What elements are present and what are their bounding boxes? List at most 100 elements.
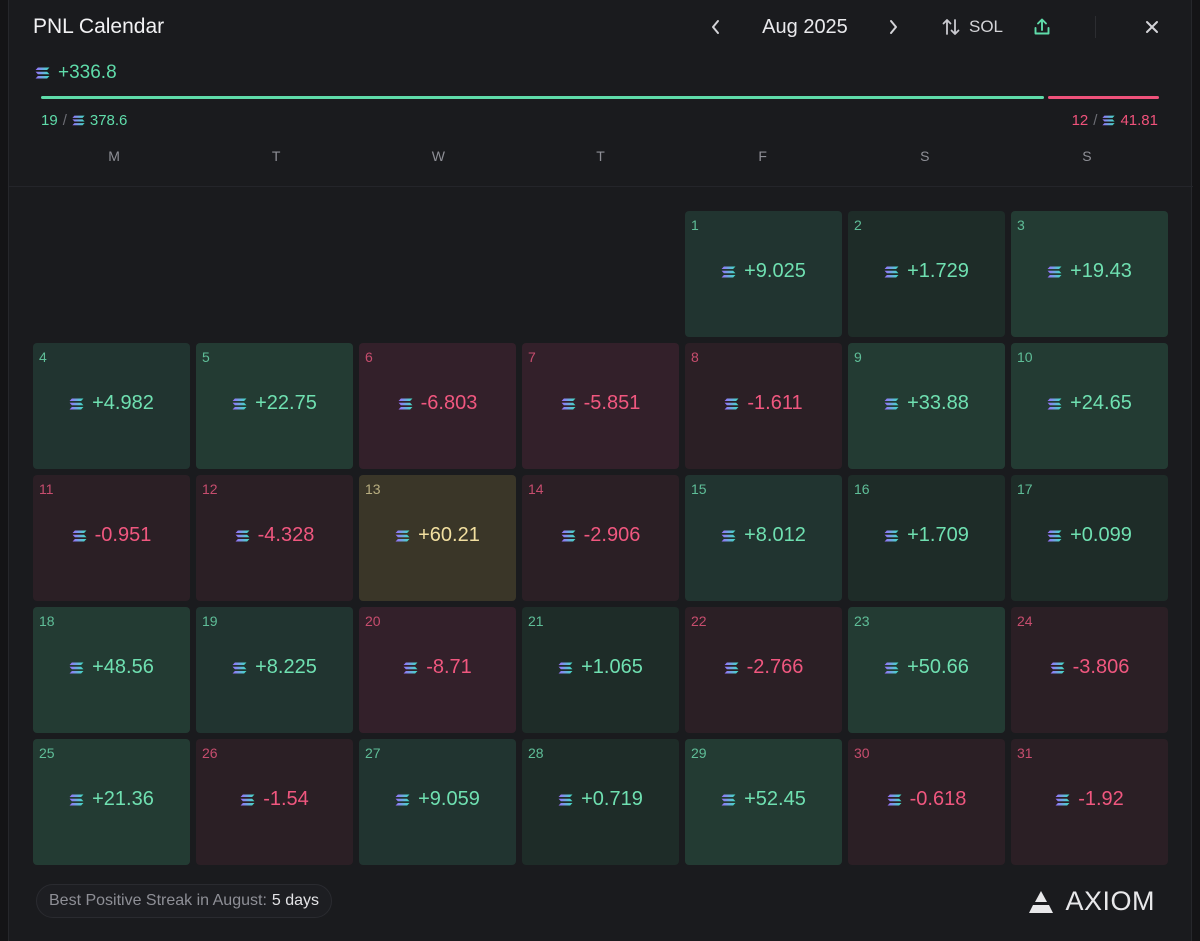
next-month-button[interactable] [876, 10, 910, 44]
export-button[interactable] [1027, 10, 1057, 44]
calendar-empty-cell [359, 211, 516, 337]
solana-icon [72, 530, 87, 542]
calendar-day-cell[interactable]: 20 -8.71 [359, 607, 516, 733]
weekday-header: M T W T F S S [33, 148, 1168, 164]
day-pnl-value: +22.75 [255, 392, 317, 414]
calendar-day-cell[interactable]: 19 +8.225 [196, 607, 353, 733]
calendar-day-cell[interactable]: 28 +0.719 [522, 739, 679, 865]
calendar-day-cell[interactable]: 21 +1.065 [522, 607, 679, 733]
calendar-day-cell[interactable]: 26 -1.54 [196, 739, 353, 865]
close-button[interactable] [1135, 10, 1169, 44]
day-pnl-value: +1.065 [581, 656, 643, 678]
solana-icon [398, 398, 413, 410]
day-number: 28 [528, 745, 544, 761]
calendar-day-cell[interactable]: 10 +24.65 [1011, 343, 1168, 469]
day-number: 18 [39, 613, 55, 629]
divider [9, 186, 1193, 187]
brand-logo: AXIOM [1027, 886, 1155, 917]
day-pnl: +9.025 [685, 260, 842, 283]
calendar-day-cell[interactable]: 4 +4.982 [33, 343, 190, 469]
day-pnl-value: +48.56 [92, 656, 154, 678]
calendar-day-cell[interactable]: 9 +33.88 [848, 343, 1005, 469]
day-pnl: -1.611 [685, 392, 842, 415]
day-pnl: +1.729 [848, 260, 1005, 283]
day-pnl-value: +9.059 [418, 788, 480, 810]
solana-icon [1055, 794, 1070, 806]
day-number: 30 [854, 745, 870, 761]
wins-count: 19 [41, 112, 58, 129]
header-divider [1095, 16, 1096, 38]
solana-icon [1047, 398, 1062, 410]
day-pnl-value: -0.951 [94, 524, 152, 546]
calendar-day-cell[interactable]: 17 +0.099 [1011, 475, 1168, 601]
day-number: 13 [365, 481, 381, 497]
day-number: 4 [39, 349, 47, 365]
calendar-day-cell[interactable]: 6 -6.803 [359, 343, 516, 469]
loss-ratio-bar [1048, 96, 1159, 99]
solana-icon [721, 794, 736, 806]
calendar-empty-cell [196, 211, 353, 337]
day-number: 7 [528, 349, 536, 365]
solana-icon [395, 530, 410, 542]
calendar-day-cell[interactable]: 18 +48.56 [33, 607, 190, 733]
day-pnl: +21.36 [33, 788, 190, 811]
day-pnl-value: +19.43 [1070, 260, 1132, 282]
calendar-empty-cell [33, 211, 190, 337]
calendar-day-cell[interactable]: 7 -5.851 [522, 343, 679, 469]
unit-toggle-button[interactable]: SOL [934, 10, 1010, 44]
calendar-day-cell[interactable]: 8 -1.611 [685, 343, 842, 469]
day-number: 9 [854, 349, 862, 365]
weekday-label: S [920, 148, 930, 164]
day-pnl-value: +50.66 [907, 656, 969, 678]
day-number: 25 [39, 745, 55, 761]
calendar-day-cell[interactable]: 24 -3.806 [1011, 607, 1168, 733]
calendar-day-cell[interactable]: 12 -4.328 [196, 475, 353, 601]
solana-icon [1047, 266, 1062, 278]
day-pnl: -1.92 [1011, 788, 1168, 811]
calendar-day-cell[interactable]: 23 +50.66 [848, 607, 1005, 733]
day-number: 14 [528, 481, 544, 497]
solana-icon [884, 662, 899, 674]
month-label: Aug 2025 [762, 15, 848, 38]
share-upload-icon [1034, 18, 1050, 35]
chevron-right-icon [890, 20, 897, 34]
calendar-day-cell[interactable]: 3 +19.43 [1011, 211, 1168, 337]
day-number: 24 [1017, 613, 1033, 629]
day-pnl: +8.225 [196, 656, 353, 679]
prev-month-button[interactable] [699, 10, 733, 44]
calendar-day-cell[interactable]: 5 +22.75 [196, 343, 353, 469]
solana-icon [724, 662, 739, 674]
swap-vertical-icon [942, 19, 960, 35]
calendar-day-cell[interactable]: 29 +52.45 [685, 739, 842, 865]
day-pnl: -4.328 [196, 524, 353, 547]
calendar-day-cell[interactable]: 25 +21.36 [33, 739, 190, 865]
day-pnl-value: -5.851 [583, 392, 641, 414]
day-number: 5 [202, 349, 210, 365]
day-pnl: -0.951 [33, 524, 190, 547]
calendar-day-cell[interactable]: 1 +9.025 [685, 211, 842, 337]
separator-slash: / [62, 112, 67, 129]
day-pnl-value: +33.88 [907, 392, 969, 414]
calendar-day-cell[interactable]: 14 -2.906 [522, 475, 679, 601]
day-pnl-value: -6.803 [420, 392, 478, 414]
calendar-day-cell[interactable]: 13 +60.21 [359, 475, 516, 601]
solana-icon [403, 662, 418, 674]
calendar-day-cell[interactable]: 30 -0.618 [848, 739, 1005, 865]
calendar-day-cell[interactable]: 2 +1.729 [848, 211, 1005, 337]
day-pnl-value: +21.36 [92, 788, 154, 810]
calendar-day-cell[interactable]: 22 -2.766 [685, 607, 842, 733]
solana-icon [69, 794, 84, 806]
calendar-day-cell[interactable]: 11 -0.951 [33, 475, 190, 601]
day-pnl-value: -1.611 [747, 392, 803, 414]
day-pnl-value: -2.766 [746, 656, 804, 678]
day-pnl: +0.099 [1011, 524, 1168, 547]
day-pnl-value: +0.099 [1070, 524, 1132, 546]
calendar-day-cell[interactable]: 16 +1.709 [848, 475, 1005, 601]
day-number: 21 [528, 613, 544, 629]
calendar-day-cell[interactable]: 27 +9.059 [359, 739, 516, 865]
calendar-day-cell[interactable]: 31 -1.92 [1011, 739, 1168, 865]
calendar-day-cell[interactable]: 15 +8.012 [685, 475, 842, 601]
day-pnl: +19.43 [1011, 260, 1168, 283]
day-pnl-value: +8.012 [744, 524, 806, 546]
weekday-label: M [108, 148, 120, 164]
